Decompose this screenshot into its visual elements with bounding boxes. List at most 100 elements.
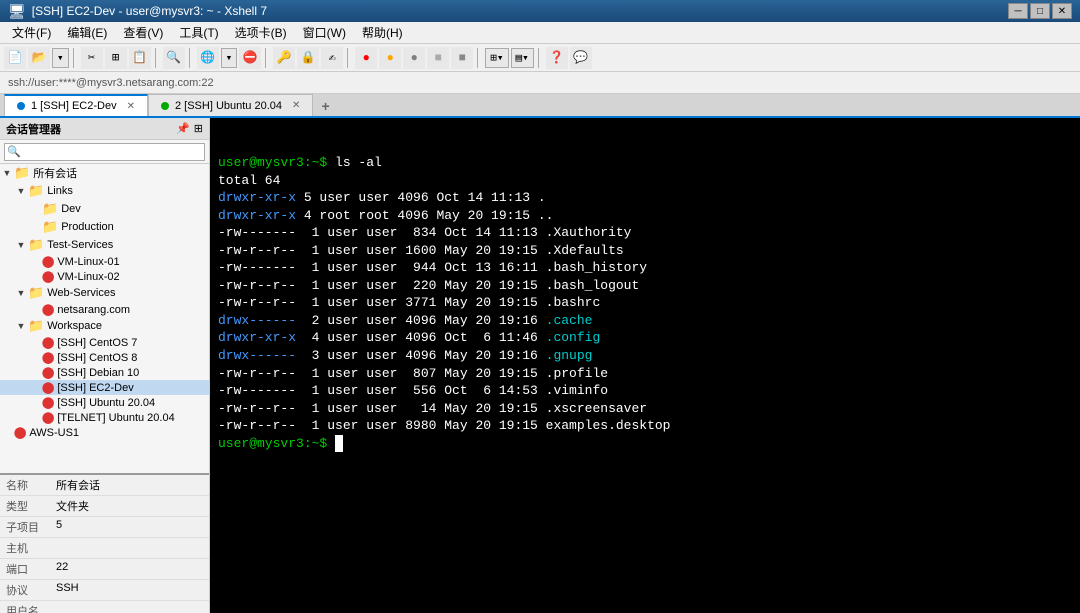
item-label: AWS-US1 [29, 427, 79, 439]
terminal-text: 5 user user 4096 Oct 14 11:13 [296, 190, 538, 205]
red-btn[interactable]: ● [355, 47, 377, 69]
folder-icon: 📁 [28, 318, 44, 333]
terminal-text: .cache [546, 313, 593, 328]
terminal-line: -rw-r--r-- 1 user user 14 May 20 19:15 .… [218, 400, 1072, 418]
terminal-text: drwxr-xr-x [218, 190, 296, 205]
pin-icon[interactable]: 📌 [176, 122, 190, 135]
copy-btn[interactable]: ⊞ [105, 47, 127, 69]
tab-close-ec2[interactable]: ✕ [127, 101, 135, 112]
compose-btn[interactable]: ✍ [321, 47, 343, 69]
app-icon: 🖥 [8, 3, 26, 20]
menu-window[interactable]: 窗口(W) [295, 22, 354, 43]
sidebar-search[interactable] [0, 140, 209, 164]
folder-dropdown[interactable]: ▾ [52, 48, 69, 68]
new-file-btn[interactable]: 📄 [4, 47, 26, 69]
tree-item-all-sessions[interactable]: ▼ 📁 所有会话 [0, 164, 209, 182]
tree-item-ec2dev[interactable]: ⬤ [SSH] EC2-Dev [0, 380, 209, 395]
ssh-icon: ⬤ [42, 337, 54, 349]
tree-item-production[interactable]: 📁 Production [0, 218, 209, 236]
tree-item-ubuntu2004[interactable]: ⬤ [SSH] Ubuntu 20.04 [0, 395, 209, 410]
menu-select-tab[interactable]: 选项卡(B) [227, 22, 295, 43]
disconnect-btn[interactable]: ⛔ [239, 47, 261, 69]
maximize-button[interactable]: □ [1030, 3, 1050, 19]
ssh-icon: ⬤ [42, 412, 54, 424]
toggle-icon: ▼ [14, 240, 28, 250]
sep3 [189, 48, 193, 68]
sidebar-header-icons: 📌 ⊞ [176, 122, 203, 135]
terminal-line: -rw-r--r-- 1 user user 220 May 20 19:15 … [218, 277, 1072, 295]
connect-dropdown[interactable]: ▾ [221, 48, 238, 68]
gray2-btn[interactable]: ■ [427, 47, 449, 69]
folder-icon: 📁 [42, 219, 58, 234]
tree-item-netsarang[interactable]: ⬤ netsarang.com [0, 302, 209, 317]
menu-view[interactable]: 查看(V) [115, 22, 171, 43]
help-btn[interactable]: ❓ [546, 47, 568, 69]
close-button[interactable]: ✕ [1052, 3, 1072, 19]
tab-bar: 1 [SSH] EC2-Dev ✕ 2 [SSH] Ubuntu 20.04 ✕… [0, 94, 1080, 118]
terminal-text: -rw-r--r-- 1 user user 8980 May 20 19:15… [218, 418, 670, 433]
terminal[interactable]: user@mysvr3:~$ ls -altotal 64drwxr-xr-x … [210, 118, 1080, 613]
tree-item-telnet-ubuntu[interactable]: ⬤ [TELNET] Ubuntu 20.04 [0, 410, 209, 425]
tab-ubuntu[interactable]: 2 [SSH] Ubuntu 20.04 ✕ [148, 94, 313, 116]
menu-file[interactable]: 文件(F) [4, 22, 59, 43]
layout-dropdown[interactable]: ▤▾ [511, 48, 534, 68]
tree-item-web-services[interactable]: ▼ 📁 Web-Services [0, 284, 209, 302]
window-title: [SSH] EC2-Dev - user@mysvr3: ~ - Xshell … [32, 4, 1008, 18]
open-btn[interactable]: 📂 [28, 47, 50, 69]
minimize-button[interactable]: ─ [1008, 3, 1028, 19]
search-input[interactable] [4, 143, 205, 161]
gray3-btn[interactable]: ■ [451, 47, 473, 69]
title-bar: 🖥 [SSH] EC2-Dev - user@mysvr3: ~ - Xshel… [0, 0, 1080, 22]
orange-btn[interactable]: ● [379, 47, 401, 69]
find-btn[interactable]: 🔍 [163, 47, 185, 69]
item-icon: ⬤ [42, 336, 54, 349]
folder-icon: 📁 [28, 285, 44, 300]
terminal-line: -rw-r--r-- 1 user user 1600 May 20 19:15… [218, 242, 1072, 260]
info-label: 协议 [0, 580, 50, 601]
tree-item-aws-us1[interactable]: ⬤ AWS-US1 [0, 425, 209, 440]
tab-add-button[interactable]: + [313, 100, 337, 116]
info-label: 类型 [0, 496, 50, 517]
tree-item-centos7[interactable]: ⬤ [SSH] CentOS 7 [0, 335, 209, 350]
tree-item-test-services[interactable]: ▼ 📁 Test-Services [0, 236, 209, 254]
terminal-line: -rw-r--r-- 1 user user 807 May 20 19:15 … [218, 365, 1072, 383]
terminal-text: -rw-r--r-- 1 user user 3771 May 20 19:15… [218, 295, 600, 310]
terminal-line: drwxr-xr-x 5 user user 4096 Oct 14 11:13… [218, 189, 1072, 207]
item-label: Test-Services [47, 239, 113, 251]
terminal-text: -rw------- 1 user user 834 Oct 14 11:13 … [218, 225, 631, 240]
tree-item-centos8[interactable]: ⬤ [SSH] CentOS 8 [0, 350, 209, 365]
menu-help[interactable]: 帮助(H) [354, 22, 411, 43]
sep4 [265, 48, 269, 68]
info-table: 名称所有会话类型文件夹子项目5主机端口22协议SSH用户名 [0, 475, 209, 613]
item-label: Dev [61, 203, 81, 215]
chat-btn[interactable]: 💬 [570, 47, 592, 69]
sep1 [73, 48, 77, 68]
lock-btn[interactable]: 🔒 [297, 47, 319, 69]
view-dropdown[interactable]: ⊞▾ [485, 48, 508, 68]
tree-item-vm-linux-02[interactable]: ⬤ VM-Linux-02 [0, 269, 209, 284]
key-btn[interactable]: 🔑 [273, 47, 295, 69]
menu-edit[interactable]: 编辑(E) [59, 22, 115, 43]
tree-item-vm-linux-01[interactable]: ⬤ VM-Linux-01 [0, 254, 209, 269]
tree-item-links[interactable]: ▼ 📁 Links [0, 182, 209, 200]
info-row: 类型文件夹 [0, 496, 209, 517]
menu-tools[interactable]: 工具(T) [171, 22, 226, 43]
item-label: [TELNET] Ubuntu 20.04 [57, 412, 174, 424]
ssh-icon: ⬤ [42, 382, 54, 394]
new-session-icon[interactable]: ⊞ [194, 122, 203, 135]
info-row: 协议SSH [0, 580, 209, 601]
tab-close-ubuntu[interactable]: ✕ [292, 100, 300, 111]
window-controls: ─ □ ✕ [1008, 3, 1072, 19]
tab-ec2-dev[interactable]: 1 [SSH] EC2-Dev ✕ [4, 94, 148, 116]
gray1-btn[interactable]: ● [403, 47, 425, 69]
paste-btn[interactable]: 📋 [129, 47, 151, 69]
connect-btn[interactable]: 🌐 [197, 47, 219, 69]
tree-item-debian10[interactable]: ⬤ [SSH] Debian 10 [0, 365, 209, 380]
tree-item-dev[interactable]: 📁 Dev [0, 200, 209, 218]
item-icon: ⬤ [42, 270, 54, 283]
ssh-icon: ⬤ [42, 352, 54, 364]
tree-item-workspace[interactable]: ▼ 📁 Workspace [0, 317, 209, 335]
cut-btn[interactable]: ✂ [81, 47, 103, 69]
terminal-text: -rw-r--r-- 1 user user 1600 May 20 19:15… [218, 243, 624, 258]
info-label: 用户名 [0, 601, 50, 613]
